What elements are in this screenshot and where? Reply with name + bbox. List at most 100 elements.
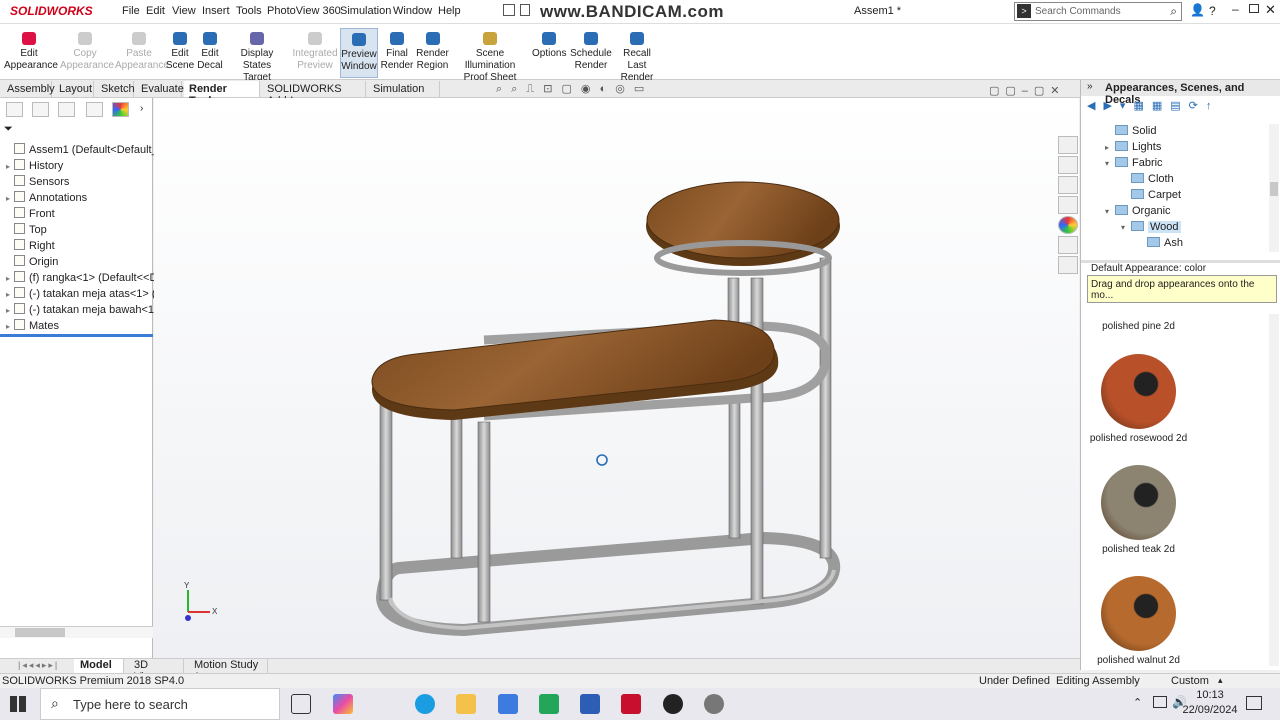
swatch-scrollbar[interactable]: [1269, 314, 1279, 666]
tab-scroll-arrows[interactable]: |◂◂◂▸▸|: [18, 660, 59, 671]
windows-start-icon[interactable]: [10, 696, 26, 712]
tree-item[interactable]: ▸ Mates: [6, 319, 59, 332]
task-view-icon[interactable]: [291, 694, 311, 714]
dimxpert-tab-icon[interactable]: [86, 102, 103, 117]
menu-item-edit[interactable]: Edit: [146, 5, 165, 17]
tree-caret-icon[interactable]: ▸: [6, 306, 14, 315]
edit-decal-button[interactable]: Edit Decal: [196, 28, 224, 78]
appearances-icon[interactable]: [1058, 216, 1078, 234]
options-button[interactable]: Options: [532, 28, 566, 78]
user-icon[interactable]: 👤: [1190, 3, 1205, 17]
appearance-tree-item[interactable]: ▾ Fabric: [1105, 157, 1163, 169]
search-input[interactable]: Search Commands: [1035, 6, 1121, 17]
viewport-window-controls[interactable]: ▢▢–▢✕: [989, 84, 1066, 97]
appearance-tree-item[interactable]: ▾ Wood: [1121, 221, 1181, 233]
tree-caret-icon[interactable]: ▸: [1105, 143, 1115, 152]
forum-icon[interactable]: [1058, 256, 1078, 274]
units-dropdown-icon[interactable]: ▴: [1218, 675, 1223, 686]
store-icon[interactable]: [498, 694, 518, 714]
tree-item[interactable]: ▸ (-) tatakan meja bawah<1>: [6, 303, 160, 316]
tray-chevron-icon[interactable]: ⌃: [1133, 696, 1142, 709]
tab-assembly[interactable]: Assembly: [2, 81, 55, 97]
panel-more-chevron-icon[interactable]: ›: [140, 103, 143, 114]
menu-item-help[interactable]: Help: [438, 5, 461, 17]
bottom-tab-motion-study-1[interactable]: Motion Study 1: [188, 659, 268, 683]
search-commands-box[interactable]: > Search Commands ⌕: [1014, 2, 1182, 21]
edit-appearance-button[interactable]: Edit Appearance: [4, 28, 58, 78]
close-icon[interactable]: ✕: [1265, 2, 1276, 18]
minimize-icon[interactable]: –: [1232, 2, 1239, 16]
table-model[interactable]: Y X: [154, 98, 1079, 658]
preview-window-button[interactable]: Preview Window: [340, 28, 378, 78]
configuration-manager-tab-icon[interactable]: [58, 102, 75, 117]
filter-icon[interactable]: ⏷: [4, 123, 13, 136]
tree-caret-icon[interactable]: ▸: [6, 322, 14, 331]
tree-caret-icon[interactable]: ▸: [6, 290, 14, 299]
tree-item[interactable]: ▸ (f) rangka<1> (Default<<D: [6, 271, 157, 284]
menu-item-view[interactable]: View: [172, 5, 196, 17]
tree-caret-icon[interactable]: ▾: [1105, 159, 1115, 168]
appearance-tree-item[interactable]: Solid: [1105, 125, 1156, 137]
tree-scrollbar[interactable]: [1269, 124, 1279, 252]
tree-item[interactable]: Origin: [6, 255, 58, 268]
search-scope-icon[interactable]: >: [1017, 4, 1031, 18]
tab-simulation[interactable]: Simulation: [368, 81, 440, 97]
tab-evaluate[interactable]: Evaluate: [136, 81, 184, 97]
design-library-icon[interactable]: [1058, 156, 1078, 174]
tree-caret-icon[interactable]: ▸: [6, 274, 14, 283]
tree-item[interactable]: ▸ History: [6, 159, 63, 172]
tab-sketch[interactable]: Sketch: [96, 81, 135, 97]
edge-icon[interactable]: [415, 694, 435, 714]
menu-item-photoview-360[interactable]: PhotoView 360: [267, 5, 341, 17]
appearance-tree-item[interactable]: ▸ Lights: [1105, 141, 1161, 153]
menu-item-insert[interactable]: Insert: [202, 5, 230, 17]
tree-item[interactable]: ▸ (-) tatakan meja atas<1> (I: [6, 287, 159, 300]
network-icon[interactable]: [1153, 696, 1167, 708]
edit-scene-button[interactable]: Edit Scene: [165, 28, 195, 78]
units-selector[interactable]: Custom: [1171, 675, 1209, 687]
menu-item-window[interactable]: Window: [393, 5, 432, 17]
tree-item[interactable]: ▸ Annotations: [6, 191, 87, 204]
render-region-button[interactable]: Render Region: [415, 28, 450, 78]
home-icon[interactable]: [503, 4, 515, 16]
panel-toolbar[interactable]: ◀▶▾▦▦▤⟳↑: [1087, 99, 1219, 112]
bottom-tab-model[interactable]: Model: [74, 659, 124, 673]
solidworks-logo[interactable]: SOLIDWORKS: [10, 4, 93, 18]
clock-date[interactable]: 22/09/2024: [1175, 704, 1245, 716]
solidworks-taskbar-icon[interactable]: [621, 694, 641, 714]
tree-caret-icon[interactable]: ▸: [6, 162, 14, 171]
menu-item-simulation[interactable]: Simulation: [340, 5, 391, 17]
tab-render-tools[interactable]: Render Tools: [184, 81, 260, 107]
appearance-swatch[interactable]: [1101, 354, 1176, 429]
heads-up-view-toolbar[interactable]: ⌕ ⌕ ⎍ ⊡ ▢ ◉ ◐ ◎ ▭: [496, 82, 736, 96]
schedule-render-button[interactable]: Schedule Render: [570, 28, 612, 78]
tab-layout[interactable]: Layout: [54, 81, 94, 97]
appearance-tree-item[interactable]: Cloth: [1121, 173, 1174, 185]
file-explorer-icon[interactable]: [1058, 176, 1078, 194]
tree-caret-icon[interactable]: ▾: [1105, 207, 1115, 216]
taskbar-search-input[interactable]: Type here to search: [73, 697, 188, 712]
bottom-tab-3d-views[interactable]: 3D Views: [128, 659, 184, 683]
new-document-icon[interactable]: [520, 4, 530, 16]
taskbar-search[interactable]: ⌕ Type here to search: [40, 688, 280, 720]
feature-manager-tab-icon[interactable]: [6, 102, 23, 117]
file-explorer-icon[interactable]: [456, 694, 476, 714]
final-render-button[interactable]: Final Render: [380, 28, 414, 78]
calculator-icon[interactable]: [580, 694, 600, 714]
bandicam-icon[interactable]: [663, 694, 683, 714]
display-states-target-button[interactable]: Display States Target: [227, 28, 287, 83]
notifications-icon[interactable]: [1246, 696, 1262, 710]
graphics-area[interactable]: ⌕ ⌕ ⎍ ⊡ ▢ ◉ ◐ ◎ ▭ Y X ▢▢–▢✕: [154, 83, 1079, 658]
appearance-tree-item[interactable]: ▾ Organic: [1105, 205, 1171, 217]
recall-last-render-button[interactable]: Recall Last Render: [613, 28, 661, 83]
appearance-tree-item[interactable]: Carpet: [1121, 189, 1181, 201]
tree-item[interactable]: Front: [6, 207, 55, 220]
tree-item[interactable]: Top: [6, 223, 47, 236]
custom-properties-icon[interactable]: [1058, 236, 1078, 254]
tree-item[interactable]: Right: [6, 239, 55, 252]
appearance-swatch[interactable]: [1101, 576, 1176, 651]
horizontal-scrollbar[interactable]: [0, 626, 153, 638]
tree-caret-icon[interactable]: ▸: [6, 194, 14, 203]
help-icon[interactable]: ?: [1209, 4, 1216, 18]
maximize-icon[interactable]: [1249, 4, 1259, 13]
